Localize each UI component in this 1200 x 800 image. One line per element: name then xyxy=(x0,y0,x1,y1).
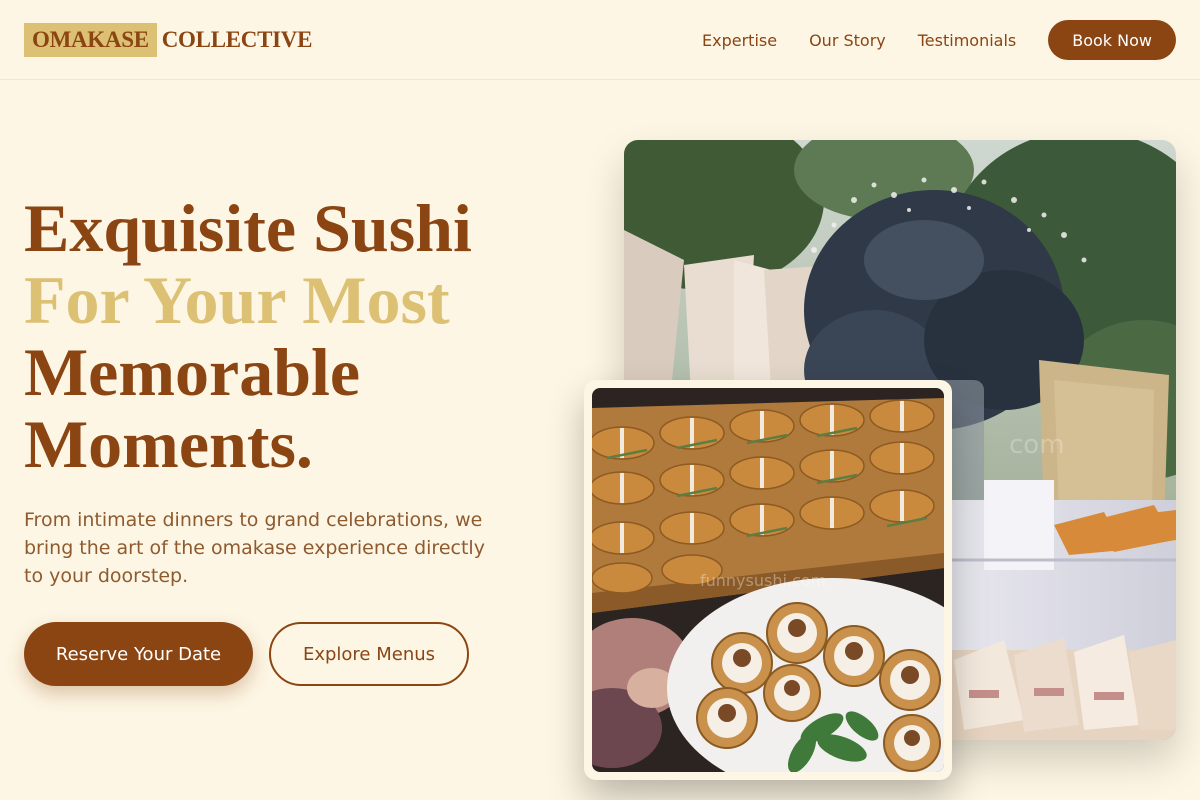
nav-link-testimonials[interactable]: Testimonials xyxy=(918,31,1017,50)
brand-logo-highlight: OMAKASE xyxy=(24,23,157,57)
main-nav: Expertise Our Story Testimonials Book No… xyxy=(702,20,1176,60)
site-header: OMAKASE COLLECTIVE Expertise Our Story T… xyxy=(0,0,1200,80)
brand-logo[interactable]: OMAKASE COLLECTIVE xyxy=(24,23,312,57)
reserve-date-button[interactable]: Reserve Your Date xyxy=(24,622,253,686)
hero-headline: Exquisite Sushi For Your Most Memorable … xyxy=(24,192,584,480)
hero-cta-row: Reserve Your Date Explore Menus xyxy=(24,622,469,686)
nav-link-expertise[interactable]: Expertise xyxy=(702,31,777,50)
brand-logo-text: COLLECTIVE xyxy=(161,27,313,52)
pastry-illustration: funnysushi.com xyxy=(592,388,944,772)
pastry-photo-frame: funnysushi.com xyxy=(584,380,952,780)
nav-link-our-story[interactable]: Our Story xyxy=(809,31,886,50)
headline-line-4: Moments. xyxy=(24,406,313,482)
pastry-photo: funnysushi.com xyxy=(592,388,944,772)
explore-menus-button[interactable]: Explore Menus xyxy=(269,622,469,686)
headline-line-3: Memorable xyxy=(24,334,361,410)
headline-line-1: Exquisite Sushi xyxy=(24,190,472,266)
hero-subtext: From intimate dinners to grand celebrati… xyxy=(24,509,485,587)
headline-line-2: For Your Most xyxy=(24,262,450,338)
book-now-button[interactable]: Book Now xyxy=(1048,20,1176,60)
front-photo-watermark: funnysushi.com xyxy=(700,571,826,590)
back-photo-watermark: com xyxy=(1009,430,1065,460)
